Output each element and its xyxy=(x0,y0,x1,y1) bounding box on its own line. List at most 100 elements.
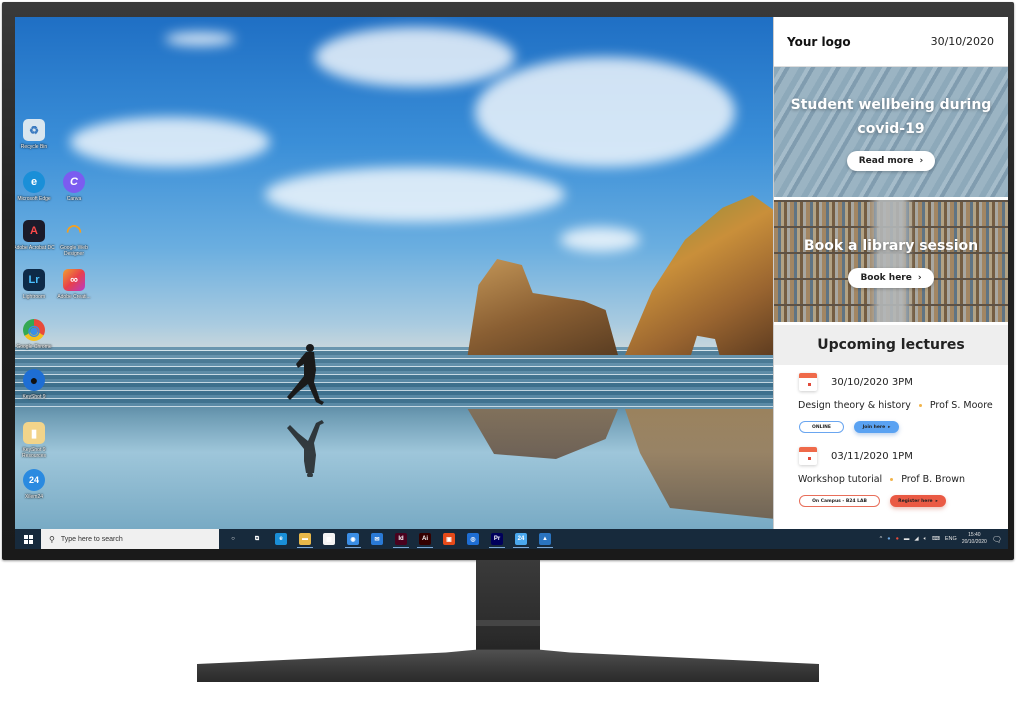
separator-dot xyxy=(890,478,894,481)
desktop-icon-label: Canva xyxy=(66,196,82,202)
google-web-designer-icon: ◠ xyxy=(66,220,82,241)
clock[interactable]: 15:40 20/10/2020 xyxy=(962,532,987,546)
taskbar-app-edge[interactable]: e xyxy=(269,529,293,549)
start-button[interactable] xyxy=(15,529,41,549)
lightroom-icon: Lr xyxy=(23,269,45,291)
taskbar-app-office[interactable]: ▣ xyxy=(437,529,461,549)
sea-stack-rock xyxy=(467,259,618,355)
separator-dot xyxy=(918,404,922,407)
edge-icon: e xyxy=(275,533,287,545)
clock-time: 15:40 xyxy=(968,532,981,538)
record-icon[interactable]: ● xyxy=(896,536,899,542)
lecture-title: Design theory & history xyxy=(798,400,911,411)
taskbar-search-box[interactable]: ⚲ Type here to search xyxy=(41,529,219,549)
join-here-button[interactable]: Join here ▸ xyxy=(854,421,899,433)
desktop-icon-microsoft-edge[interactable]: e Microsoft Edge xyxy=(15,171,56,202)
show-hidden-icons-chevron-icon[interactable]: ^ xyxy=(880,536,883,542)
runner-silhouette xyxy=(287,344,324,405)
taskbar-app-keyshot[interactable]: ◎ xyxy=(461,529,485,549)
header-date: 30/10/2020 xyxy=(930,35,994,48)
web-page-panel: Your logo 30/10/2020 Student wellbeing d… xyxy=(773,17,1008,529)
desktop-icon-canva[interactable]: C Canva xyxy=(52,171,96,202)
lecture-item: 03/11/2020 1PM Workshop tutorial Prof B.… xyxy=(774,433,1008,507)
notifications-icon[interactable]: 🗨︎ xyxy=(992,535,1002,544)
desktop-icon-google-web-designer[interactable]: ◠ Google Web Designer xyxy=(52,220,96,258)
windows-logo-icon xyxy=(23,534,33,544)
cortana-icon: ○ xyxy=(231,536,235,542)
network-globe-icon[interactable]: ● xyxy=(887,536,890,542)
taskbar-app-cortana[interactable]: ○ xyxy=(221,529,245,549)
office-icon: ▣ xyxy=(443,533,455,545)
desktop-icon-keyshot-resources[interactable]: ▮ KeyShot 9 Resources xyxy=(15,422,56,459)
read-more-label: Read more xyxy=(858,156,914,166)
desktop-icon-adobe-creative-cloud[interactable]: ∞ Adobe Creati... xyxy=(52,269,96,300)
desktop-icon-label: Xilem24 xyxy=(24,494,44,500)
rock-reflection xyxy=(467,409,618,459)
taskbar-app-photos[interactable]: ▲ xyxy=(533,529,557,549)
lecturer-name: Prof B. Brown xyxy=(901,474,965,485)
cloud xyxy=(560,227,640,252)
desktop-icon-label: Google Web Designer xyxy=(60,245,88,257)
monitor-stand-base xyxy=(197,649,819,682)
search-icon: ⚲ xyxy=(49,534,55,544)
mail-icon: ✉ xyxy=(371,533,383,545)
photos-icon: ▲ xyxy=(539,533,551,545)
keyboard-icon[interactable]: ⌨ xyxy=(932,536,940,542)
monitor-mockup: ♻ Recycle Bin e Microsoft Edge C Canva A… xyxy=(0,0,1024,709)
taskbar-app-indesign[interactable]: Id xyxy=(389,529,413,549)
desktop-icon-google-chrome[interactable]: ◉ Google Chrome xyxy=(15,319,56,350)
desktop-icon-label: Lightroom xyxy=(22,294,46,300)
library-title: Book a library session xyxy=(803,238,979,254)
desktop-icon-adobe-acrobat[interactable]: A Adobe Acrobat DC xyxy=(15,220,56,251)
taskbar-app-mail[interactable]: ✉ xyxy=(365,529,389,549)
sea xyxy=(15,347,773,407)
battery-icon[interactable]: ▬ xyxy=(904,536,910,542)
taskbar-app-illustrator[interactable]: Ai xyxy=(413,529,437,549)
taskbar-app-task-view[interactable]: ⧉ xyxy=(245,529,269,549)
taskbar-app-24-app[interactable]: 24 xyxy=(509,529,533,549)
desktop-icon-lightroom[interactable]: Lr Lightroom xyxy=(15,269,56,300)
desktop-icon-label: Adobe Creati... xyxy=(57,294,91,300)
system-tray: ^ ● ● ▬ ◢ 🔈︎ ⌨ ENG 15:40 20/10/2020 🗨︎ xyxy=(880,529,1008,549)
volume-icon[interactable]: 🔈︎ xyxy=(924,536,927,543)
book-here-button[interactable]: Book here › xyxy=(848,268,934,288)
wifi-icon[interactable]: ◢ xyxy=(914,536,918,542)
search-placeholder: Type here to search xyxy=(60,535,123,543)
desktop-icon-label: Microsoft Edge xyxy=(17,196,51,202)
keyshot-icon: ● xyxy=(23,369,45,391)
edge-icon: e xyxy=(23,171,45,193)
arch-rock xyxy=(625,195,773,355)
taskbar-app-file-explorer[interactable]: ▬ xyxy=(293,529,317,549)
desktop-icon-label: Adobe Acrobat DC xyxy=(15,245,55,251)
language-indicator[interactable]: ENG xyxy=(945,536,957,542)
desktop-icon-label: Google Chrome xyxy=(16,344,52,350)
indesign-icon: Id xyxy=(395,533,407,545)
chevron-right-icon: › xyxy=(917,273,922,283)
folder-icon: ▮ xyxy=(23,422,45,444)
desktop-icon-24-app[interactable]: 24 Xilem24 xyxy=(15,469,56,500)
desktop-icon-label: KeyShot 9 xyxy=(22,394,46,400)
taskbar-app-premiere[interactable]: Pr xyxy=(485,529,509,549)
desktop-icon-keyshot[interactable]: ● KeyShot 9 xyxy=(15,369,56,400)
task-view-icon: ⧉ xyxy=(254,535,260,542)
recycle-bin-icon: ♻ xyxy=(23,119,45,141)
canva-icon: C xyxy=(63,171,85,193)
register-here-button[interactable]: Register here ▸ xyxy=(890,495,946,507)
play-arrow-icon: ▸ xyxy=(935,498,938,504)
cloud xyxy=(165,32,235,46)
taskbar: ⚲ Type here to search ○ ⧉ e ▬ ▦ ◉ ✉ Id Ai ▣ ◎ Pr 24 ▲… xyxy=(15,529,1008,549)
location-badge: ONLINE xyxy=(799,421,844,433)
site-logo[interactable]: Your logo xyxy=(787,35,851,49)
microsoft-store-icon: ▦ xyxy=(323,533,335,545)
taskbar-app-microsoft-store[interactable]: ▦ xyxy=(317,529,341,549)
creative-cloud-icon: ∞ xyxy=(63,269,85,291)
desktop-icon-recycle-bin[interactable]: ♻ Recycle Bin xyxy=(15,119,56,150)
taskbar-app-chrome[interactable]: ◉ xyxy=(341,529,365,549)
cloud xyxy=(70,117,270,167)
library-banner: Book a library session Book here › xyxy=(774,200,1008,325)
read-more-button[interactable]: Read more › xyxy=(846,151,936,171)
desktop-icon-label: Recycle Bin xyxy=(20,144,48,150)
join-here-label: Join here xyxy=(862,424,886,430)
calendar-icon xyxy=(799,373,817,391)
register-here-label: Register here xyxy=(898,498,933,504)
